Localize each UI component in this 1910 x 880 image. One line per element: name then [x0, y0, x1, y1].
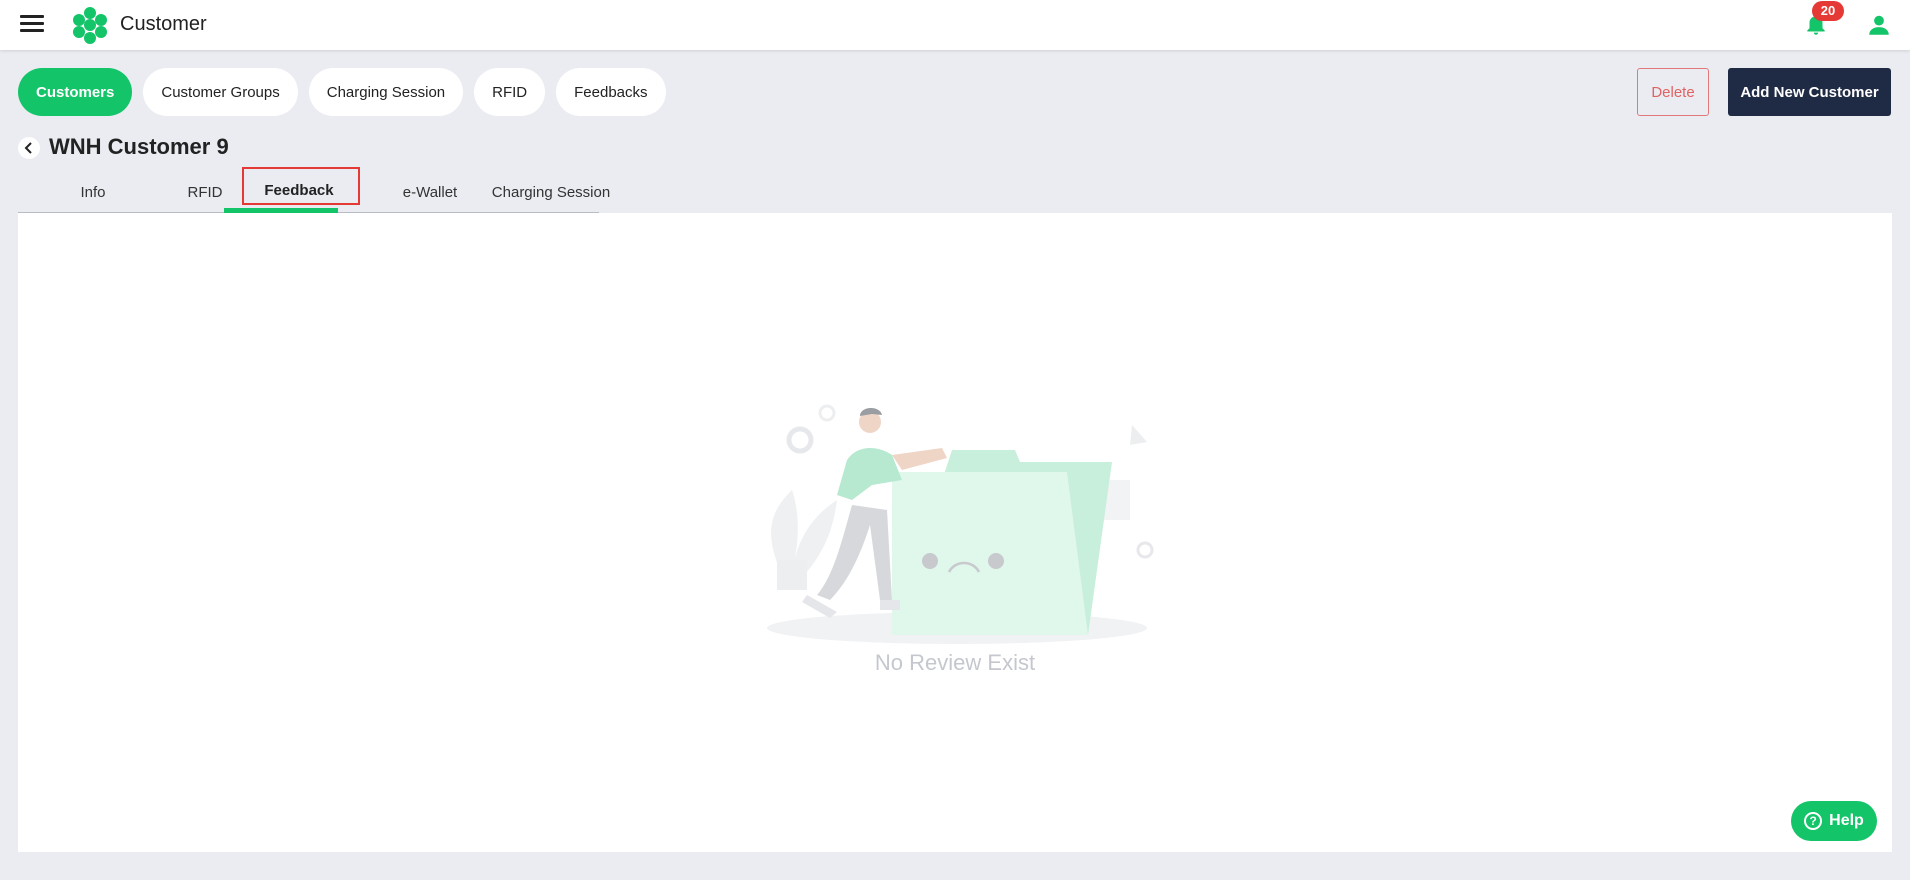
pill-feedbacks[interactable]: Feedbacks	[556, 68, 666, 116]
pill-rfid[interactable]: RFID	[474, 68, 546, 116]
user-icon[interactable]	[1866, 12, 1892, 38]
delete-button[interactable]: Delete	[1637, 68, 1709, 116]
tab-highlight-box	[242, 167, 360, 205]
help-label: Help	[1829, 812, 1864, 829]
empty-state-message: No Review Exist	[874, 650, 1036, 675]
empty-folder-illustration	[767, 404, 1154, 644]
tab-info[interactable]: Info	[36, 172, 150, 212]
menu-icon[interactable]	[20, 15, 44, 35]
help-button[interactable]: ? Help	[1791, 801, 1877, 841]
add-new-customer-button[interactable]: Add New Customer	[1728, 68, 1891, 116]
pill-customers[interactable]: Customers	[18, 68, 133, 116]
logo-icon	[73, 7, 107, 44]
app-title: Customer	[120, 13, 207, 35]
notification-badge: 20	[1812, 1, 1844, 21]
tab-charging-session[interactable]: Charging Session	[470, 172, 632, 212]
pill-charging-session[interactable]: Charging Session	[308, 68, 464, 116]
back-button[interactable]	[18, 137, 40, 159]
chevron-left-icon	[24, 142, 32, 154]
help-icon: ?	[1804, 812, 1823, 830]
page-title: WNH Customer 9	[49, 134, 229, 159]
pill-customer-groups[interactable]: Customer Groups	[143, 68, 298, 116]
top-bar: Customer 20	[0, 0, 1910, 50]
section-nav: Customers Customer Groups Charging Sessi…	[18, 68, 666, 116]
